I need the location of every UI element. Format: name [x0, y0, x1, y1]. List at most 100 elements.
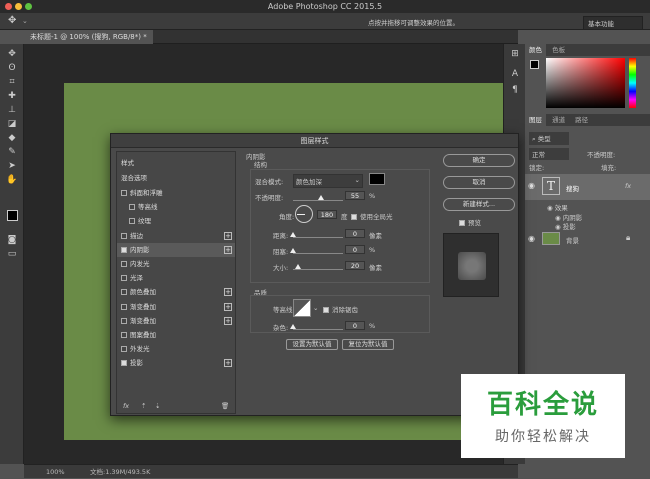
blend-mode-select[interactable]: 颜色加深 ⌄ [293, 174, 363, 188]
size-slider[interactable] [293, 264, 343, 270]
healing-brush-icon[interactable]: ✚ [4, 90, 20, 102]
style-item[interactable]: 光泽 [117, 271, 235, 285]
choke-input[interactable]: 0 [345, 245, 365, 254]
style-item[interactable]: 颜色叠加 + [117, 285, 235, 299]
add-style-icon[interactable]: + [224, 231, 232, 240]
opacity-slider-knob[interactable] [317, 195, 324, 200]
global-light-checkbox[interactable]: 使用全局光 [351, 211, 393, 221]
chevron-down-icon[interactable]: ⌄ [313, 304, 318, 312]
fx-icon[interactable]: fx [625, 182, 631, 190]
tab-channels[interactable]: 通道 [548, 114, 569, 126]
cancel-button[interactable]: 取消 [443, 176, 515, 189]
style-checkbox[interactable] [121, 275, 127, 282]
style-checkbox[interactable] [121, 332, 127, 338]
style-item[interactable]: 外发光 [117, 342, 235, 356]
hand-tool-icon[interactable]: ✋ [4, 174, 20, 186]
style-checkbox[interactable] [121, 289, 127, 296]
antialias-checkbox[interactable]: 消除锯齿 [323, 304, 358, 314]
style-item[interactable]: 投影 + [117, 356, 235, 370]
paragraph-icon[interactable]: ¶ [507, 84, 523, 96]
pen-tool-icon[interactable]: ✎ [4, 146, 20, 158]
arrow-down-icon[interactable]: ⇣ [155, 402, 160, 410]
move-tool-icon[interactable]: ✥ [4, 48, 20, 60]
noise-slider-knob[interactable] [290, 324, 296, 329]
style-item[interactable]: 内阴影 + [117, 242, 235, 257]
minimize-window-button[interactable] [15, 3, 22, 10]
workspace-select[interactable]: 基本功能 [583, 16, 643, 30]
style-item[interactable]: 纹理 [117, 214, 235, 228]
reset-default-button[interactable]: 复位为默认值 [342, 339, 394, 350]
style-checkbox[interactable] [121, 246, 127, 253]
style-item[interactable]: 斜面和浮雕 [117, 186, 235, 200]
tab-paths[interactable]: 路径 [571, 114, 592, 126]
clone-stamp-icon[interactable]: ⊥ [4, 104, 20, 116]
style-checkbox[interactable] [121, 303, 127, 310]
contour-picker[interactable] [293, 299, 311, 317]
trash-icon[interactable]: 🗑︎ [221, 402, 229, 410]
shadow-color-swatch[interactable] [369, 173, 385, 185]
zoom-level[interactable]: 100% [46, 465, 65, 479]
add-style-icon[interactable]: + [224, 316, 232, 325]
eye-icon[interactable]: ◉ [528, 234, 535, 243]
preview-checkbox[interactable]: 预览 [459, 217, 481, 227]
add-style-icon[interactable]: + [224, 245, 232, 254]
document-tab[interactable]: 未标题-1 @ 100% (搜狗, RGB/8*) * [24, 30, 153, 44]
screen-mode-icon[interactable]: ▭ [4, 248, 20, 260]
styles-header[interactable]: 样式 [117, 156, 235, 170]
blend-mode-select[interactable]: 正常 [529, 148, 569, 160]
eraser-icon[interactable]: ◪ [4, 118, 20, 130]
fx-menu-button[interactable]: fx [123, 402, 129, 410]
blending-options-item[interactable]: 混合选项 [117, 171, 235, 185]
hue-slider[interactable] [629, 58, 636, 108]
set-default-button[interactable]: 设置为默认值 [286, 339, 338, 350]
add-style-icon[interactable]: + [224, 359, 232, 368]
maximize-window-button[interactable] [25, 3, 32, 10]
choke-slider-knob[interactable] [290, 248, 296, 253]
tab-color[interactable]: 颜色 [525, 44, 546, 56]
blur-tool-icon[interactable]: ◆ [4, 132, 20, 144]
path-select-icon[interactable]: ➤ [4, 160, 20, 172]
layer-name[interactable]: 搜狗 [566, 183, 579, 193]
noise-slider[interactable] [290, 324, 343, 330]
style-checkbox[interactable] [121, 190, 127, 196]
distance-slider[interactable] [290, 232, 343, 238]
color-picker-field[interactable] [546, 58, 625, 108]
opacity-slider[interactable] [293, 195, 343, 201]
character-icon[interactable]: A [507, 68, 523, 80]
foreground-color-swatch[interactable] [7, 210, 18, 221]
style-item[interactable]: 渐变叠加 + [117, 314, 235, 328]
effects-row[interactable]: ◉ 效果 [547, 202, 568, 212]
noise-input[interactable]: 0 [345, 321, 365, 330]
layer-row-text[interactable]: ◉ T 搜狗 fx [525, 174, 650, 200]
crop-tool-icon[interactable]: ⌗ [4, 76, 20, 88]
style-item[interactable]: 渐变叠加 + [117, 300, 235, 314]
layer-filter-select[interactable]: ⌕ 类型 [529, 132, 569, 145]
size-input[interactable]: 20 [345, 261, 365, 270]
choke-slider[interactable] [290, 248, 343, 254]
add-style-icon[interactable]: + [224, 302, 232, 311]
new-style-button[interactable]: 新建样式... [443, 198, 515, 211]
angle-dial[interactable] [295, 205, 313, 223]
style-checkbox[interactable] [121, 261, 127, 267]
move-tool-icon[interactable]: ✥ [8, 15, 16, 26]
tab-swatches[interactable]: 色板 [548, 44, 569, 56]
add-style-icon[interactable]: + [224, 288, 232, 297]
style-item[interactable]: 等高线 [117, 200, 235, 214]
style-checkbox[interactable] [121, 360, 127, 367]
style-checkbox[interactable] [129, 218, 135, 225]
color-fg-swatch[interactable] [530, 60, 539, 69]
layer-row-background[interactable]: ◉ 背景 🔒︎ [525, 230, 650, 248]
distance-slider-knob[interactable] [290, 232, 296, 237]
style-checkbox[interactable] [121, 346, 127, 353]
quick-mask-icon[interactable]: ◙ [4, 234, 20, 246]
tab-layers[interactable]: 图层 [525, 114, 546, 126]
style-checkbox[interactable] [129, 204, 135, 211]
lasso-tool-icon[interactable]: ʘ [4, 62, 20, 74]
history-icon[interactable]: ⊞ [507, 48, 523, 60]
distance-input[interactable]: 0 [345, 229, 365, 238]
style-item[interactable]: 图案叠加 [117, 328, 235, 342]
style-item[interactable]: 描边 + [117, 229, 235, 243]
layer-name[interactable]: 背景 [566, 235, 579, 245]
arrow-up-icon[interactable]: ⇡ [141, 402, 146, 410]
chevron-down-icon[interactable]: ⌄ [22, 17, 28, 25]
